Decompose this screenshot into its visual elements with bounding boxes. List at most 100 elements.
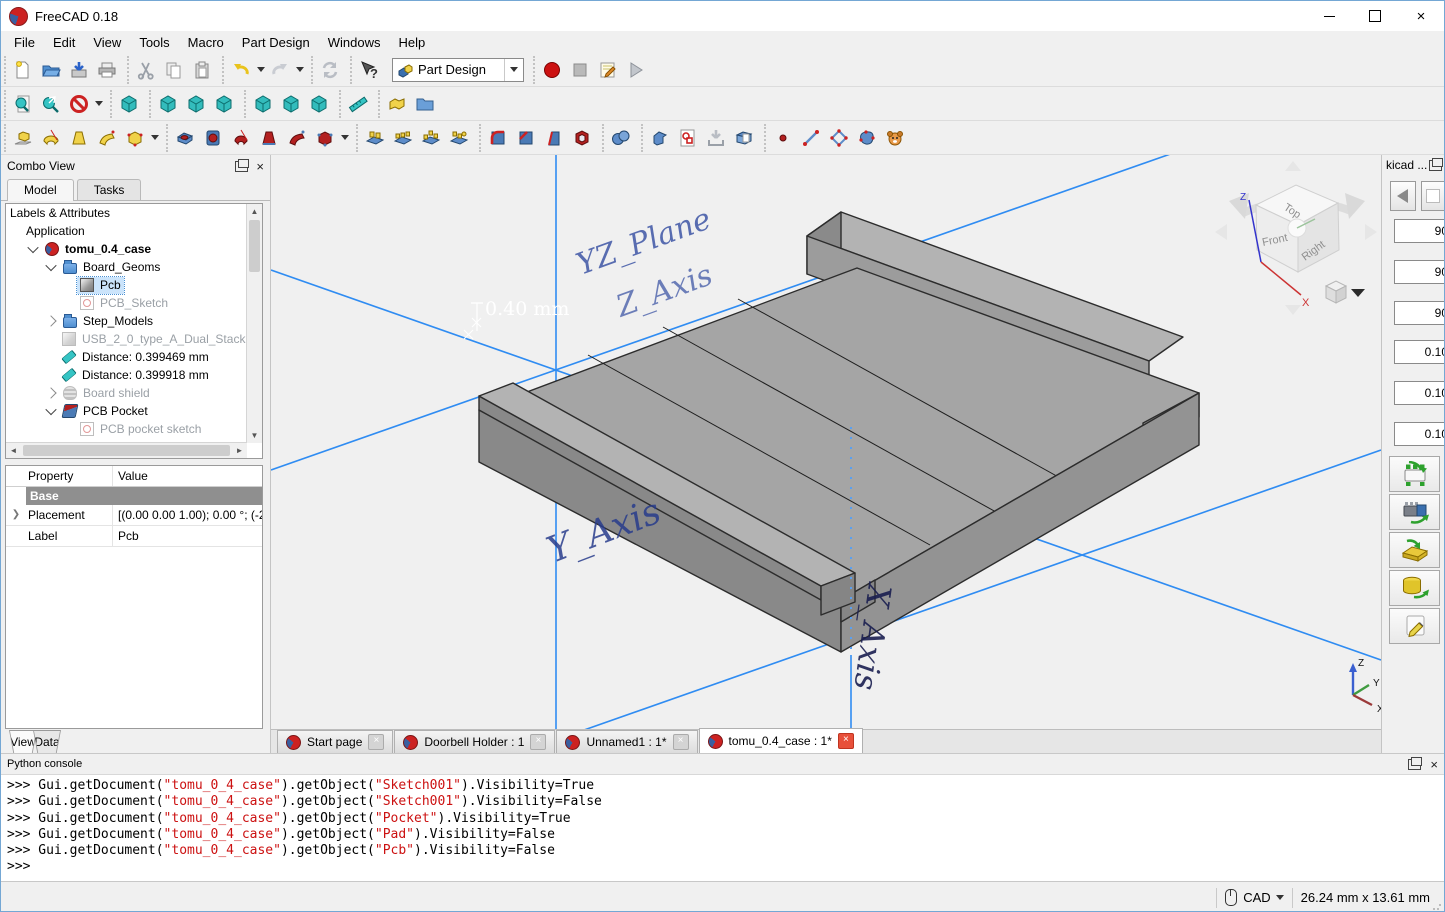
expand-chevron[interactable] <box>45 315 56 326</box>
linear-pattern-button[interactable] <box>389 124 417 152</box>
document-tab-tomu-0-4-case-1-[interactable]: tomu_0.4_case : 1*× <box>699 728 863 753</box>
tree-item-board-geoms[interactable]: Board_Geoms <box>6 258 247 276</box>
close-icon[interactable]: × <box>838 733 854 749</box>
open-button[interactable] <box>37 56 65 84</box>
subtractive-loft-button[interactable] <box>255 124 283 152</box>
menu-item-macro[interactable]: Macro <box>179 32 233 53</box>
tab-view[interactable]: View <box>9 730 37 754</box>
tab-data[interactable]: Data <box>33 730 61 754</box>
tree-item-pcb-pocket[interactable]: PCB Pocket <box>6 402 247 420</box>
chevron-down-icon[interactable] <box>1276 895 1284 900</box>
scroll-down-icon[interactable]: ▼ <box>247 428 262 443</box>
fit-all-button[interactable] <box>9 90 37 118</box>
record-button[interactable] <box>538 56 566 84</box>
kicad-field-1[interactable] <box>1394 260 1445 284</box>
document-tab-start-page[interactable]: Start page× <box>277 730 393 753</box>
subtractive-primitive-button[interactable] <box>311 124 339 152</box>
redo-button[interactable] <box>266 56 294 84</box>
tab-model[interactable]: Model <box>7 179 74 201</box>
float-panel-icon[interactable] <box>1408 759 1421 770</box>
tree-item-distance-0-399469-mm[interactable]: Distance: 0.399469 mm <box>6 348 247 366</box>
minimize-button[interactable] <box>1306 1 1352 31</box>
tree-item-tomu-0-4-case[interactable]: tomu_0.4_case <box>6 240 247 258</box>
expand-chevron[interactable] <box>45 387 56 398</box>
menu-item-part-design[interactable]: Part Design <box>233 32 319 53</box>
nav-cube-menu[interactable] <box>1326 281 1365 303</box>
tree-item-pcb-pocket-sketch[interactable]: PCB pocket sketch <box>6 420 247 438</box>
polar-pattern-button[interactable] <box>417 124 445 152</box>
print-button[interactable] <box>93 56 121 84</box>
pan-right-icon[interactable] <box>1365 224 1377 240</box>
tree-item-pcb[interactable]: Pcb <box>6 276 247 294</box>
page-button[interactable] <box>1421 181 1445 211</box>
view-rear-button[interactable] <box>249 90 277 118</box>
pan-up-icon[interactable] <box>1285 161 1301 171</box>
expand-chevron[interactable] <box>45 260 56 271</box>
load-board-button[interactable] <box>1389 532 1440 568</box>
nav-style-selector[interactable]: CAD <box>1243 890 1270 905</box>
maximize-button[interactable] <box>1352 1 1398 31</box>
dropdown-arrow-icon[interactable] <box>339 124 350 152</box>
refresh-button[interactable] <box>316 56 344 84</box>
paste-button[interactable] <box>188 56 216 84</box>
datum-line-button[interactable] <box>797 124 825 152</box>
tree-item-distance-0-399918-mm[interactable]: Distance: 0.399918 mm <box>6 366 247 384</box>
copy-button[interactable] <box>160 56 188 84</box>
view-front-button[interactable] <box>154 90 182 118</box>
edit-button[interactable] <box>1389 608 1440 644</box>
kicad-field-3[interactable] <box>1394 340 1445 364</box>
close-panel-icon[interactable]: × <box>256 161 264 172</box>
hole-button[interactable] <box>199 124 227 152</box>
kicad-field-0[interactable] <box>1394 219 1445 243</box>
3d-viewport[interactable]: 0.40 mm YZ_Plane Z_Axis Y_Axis X_Axis <box>271 155 1381 729</box>
expand-chevron[interactable] <box>45 404 56 415</box>
create-sketch-button[interactable] <box>674 124 702 152</box>
carbon-copy-button[interactable] <box>881 124 909 152</box>
export-chip-button[interactable] <box>1389 494 1440 530</box>
create-group-button[interactable] <box>411 90 439 118</box>
kicad-field-4[interactable] <box>1394 381 1445 405</box>
navigation-cube[interactable]: Top Front Right Z X <box>1215 161 1377 315</box>
chevron-down-icon[interactable] <box>1351 289 1365 297</box>
scrollbar-thumb[interactable] <box>249 220 260 272</box>
view-left-button[interactable] <box>305 90 333 118</box>
property-row-placement[interactable]: ❯Placement[(0.00 0.00 1.00); 0.00 °; (-2… <box>6 505 262 526</box>
document-tab-doorbell-holder-1[interactable]: Doorbell Holder : 1× <box>394 730 555 753</box>
float-panel-icon[interactable] <box>235 161 248 172</box>
stop-button[interactable] <box>566 56 594 84</box>
menu-item-file[interactable]: File <box>5 32 44 53</box>
kicad-field-5[interactable] <box>1394 422 1445 446</box>
tree-item-usb-2-0-type-a-dual-stacked-jac[interactable]: USB_2_0_type_A_Dual_Stacked_jac <box>6 330 247 348</box>
tree-item-step-models[interactable]: Step_Models <box>6 312 247 330</box>
cut-button[interactable] <box>132 56 160 84</box>
save-button[interactable] <box>65 56 93 84</box>
menu-item-help[interactable]: Help <box>389 32 434 53</box>
scroll-left-icon[interactable]: ◄ <box>6 443 21 458</box>
view-top-button[interactable] <box>182 90 210 118</box>
additive-pipe-button[interactable] <box>93 124 121 152</box>
macro-run-button[interactable] <box>622 56 650 84</box>
datum-plane-button[interactable] <box>825 124 853 152</box>
multitransform-button[interactable] <box>445 124 473 152</box>
menu-item-view[interactable]: View <box>84 32 130 53</box>
new-button[interactable] <box>9 56 37 84</box>
python-console-output[interactable]: >>> Gui.getDocument("tomu_0_4_case").get… <box>1 775 1444 883</box>
resize-grip[interactable] <box>1432 901 1442 911</box>
property-group-base[interactable]: Base <box>6 487 262 505</box>
map-sketch-button[interactable] <box>730 124 758 152</box>
close-icon[interactable]: × <box>368 734 384 750</box>
whatsthis-button[interactable]: ? <box>355 56 383 84</box>
close-panel-icon[interactable]: × <box>1430 759 1438 770</box>
tree-item-pcb-sketch[interactable]: PCB_Sketch <box>6 294 247 312</box>
additive-primitive-button[interactable] <box>121 124 149 152</box>
view-bottom-button[interactable] <box>277 90 305 118</box>
pocket-button[interactable] <box>171 124 199 152</box>
expand-chevron[interactable] <box>27 242 38 253</box>
datum-point-button[interactable] <box>769 124 797 152</box>
export-db-button[interactable] <box>1389 570 1440 606</box>
tree-vertical-scrollbar[interactable]: ▲ ▼ <box>246 204 262 443</box>
create-body-button[interactable] <box>646 124 674 152</box>
kicad-field-2[interactable] <box>1394 301 1445 325</box>
expand-chevron[interactable]: ❯ <box>6 505 26 525</box>
float-panel-icon[interactable] <box>1429 160 1442 171</box>
